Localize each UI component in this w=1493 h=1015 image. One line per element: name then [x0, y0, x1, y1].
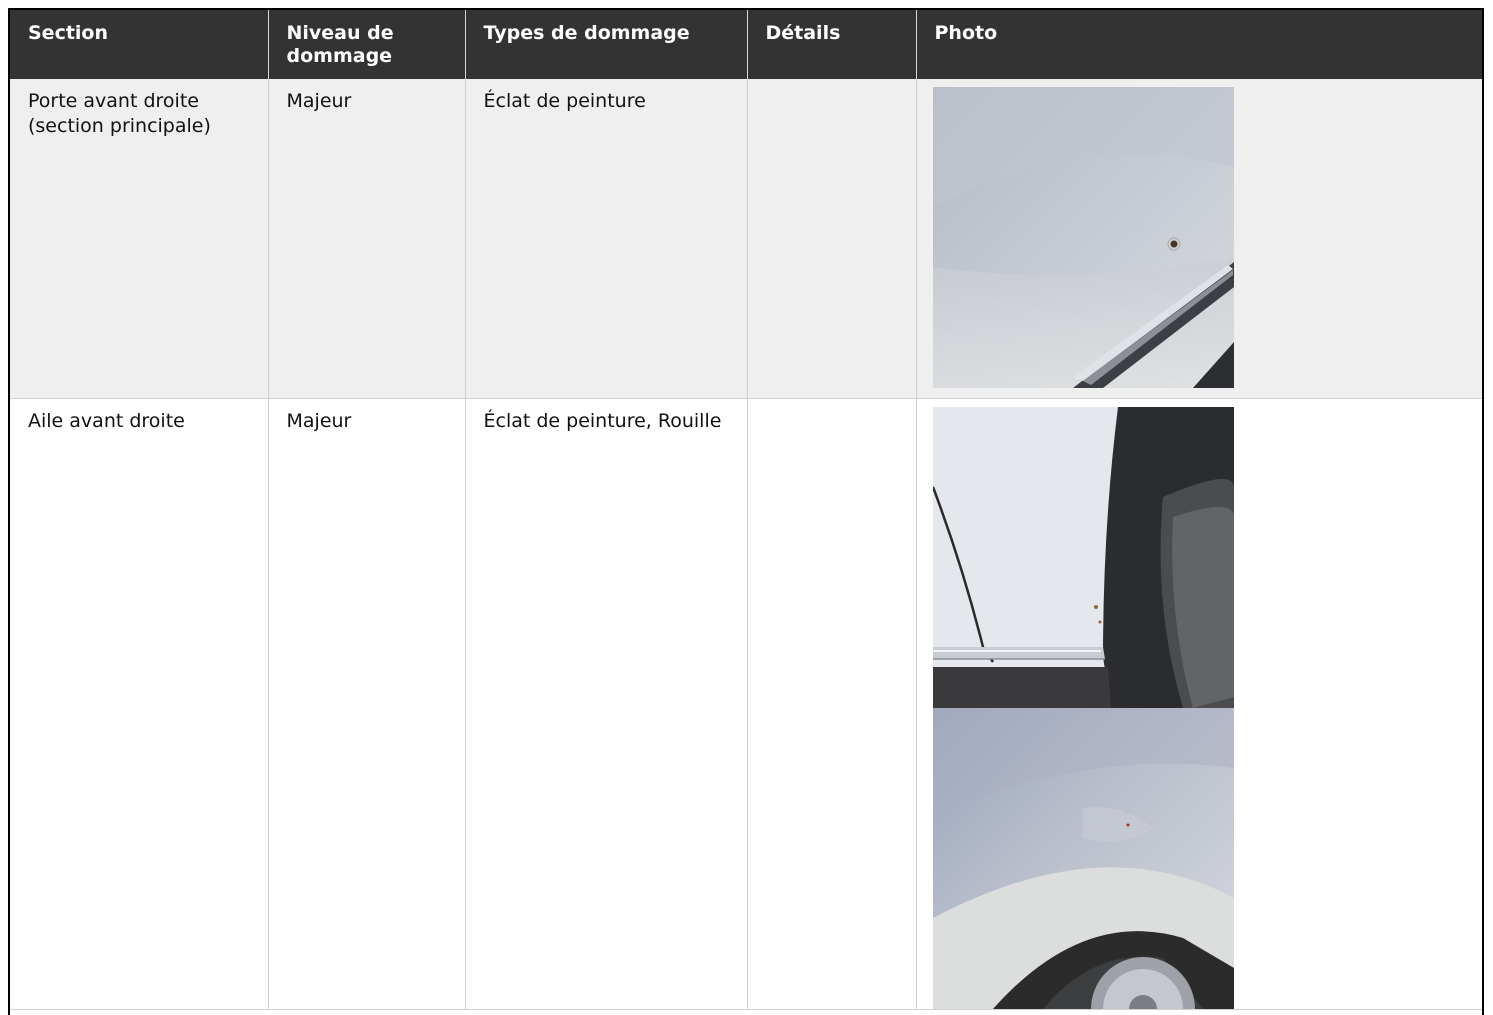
header-details: Détails [747, 10, 917, 79]
table-header-row: Section Niveau de dommage Types de domma… [10, 10, 1482, 79]
damage-table: Section Niveau de dommage Types de domma… [10, 10, 1482, 1010]
cell-niveau: Majeur [268, 398, 466, 1010]
cell-types: Éclat de peinture [465, 79, 748, 399]
cell-niveau: Majeur [268, 79, 466, 399]
cell-types: Éclat de peinture, Rouille [465, 398, 748, 1010]
table-row: Porte avant droite (section principale) … [10, 79, 1482, 399]
header-section: Section [10, 10, 269, 79]
fender-wheel-arch-photo[interactable] [932, 407, 1234, 708]
cell-section: Aile avant droite [10, 398, 269, 1010]
cell-photo [916, 79, 1482, 399]
fender-side-photo[interactable] [932, 708, 1234, 1009]
table-row: Aile avant droite Majeur Éclat de peintu… [10, 398, 1482, 1010]
cell-details [747, 398, 917, 1010]
cell-details [747, 79, 917, 399]
cell-section: Porte avant droite (section principale) [10, 79, 269, 399]
damage-report-table-frame: Section Niveau de dommage Types de domma… [8, 8, 1484, 1015]
cell-photo [916, 398, 1482, 1010]
door-paint-chip-photo[interactable] [932, 87, 1234, 388]
header-niveau: Niveau de dommage [268, 10, 466, 79]
header-types: Types de dommage [465, 10, 748, 79]
header-photo: Photo [916, 10, 1482, 79]
